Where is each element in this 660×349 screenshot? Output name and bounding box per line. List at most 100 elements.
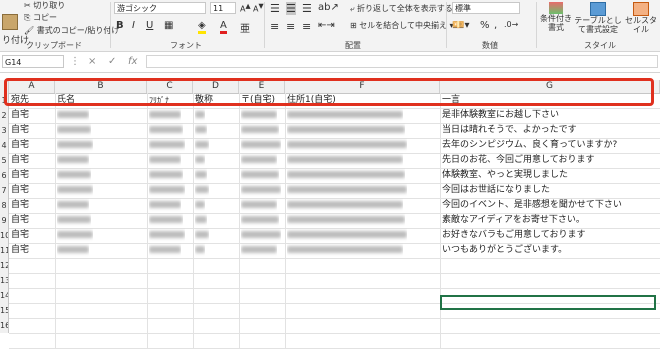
redacted-cell[interactable] (195, 108, 205, 123)
cell-destination[interactable]: 自宅 (11, 153, 29, 168)
cell-comment[interactable]: 素敵なアイディアをお寄せ下さい。 (442, 213, 585, 228)
row-header[interactable]: 12 (0, 258, 9, 273)
indent-button[interactable]: ⇤⇥ (318, 20, 335, 31)
row-header[interactable]: 6 (0, 168, 9, 183)
orientation-button[interactable]: ab↗ (318, 2, 339, 13)
cell-destination[interactable]: 自宅 (11, 198, 29, 213)
redacted-cell[interactable] (57, 243, 89, 258)
redacted-cell[interactable] (57, 198, 89, 213)
cell-destination[interactable]: 自宅 (11, 108, 29, 123)
cell-styles-button[interactable]: セルスタイル (624, 2, 658, 34)
redacted-cell[interactable] (241, 153, 277, 168)
redacted-cell[interactable] (287, 138, 407, 153)
cell-destination[interactable]: 自宅 (11, 228, 29, 243)
redacted-cell[interactable] (195, 153, 205, 168)
redacted-cell[interactable] (57, 228, 93, 243)
cell-destination[interactable]: 自宅 (11, 243, 29, 258)
cell-comment[interactable]: 是非体験教室にお越し下さい (442, 108, 559, 123)
redacted-cell[interactable] (241, 228, 281, 243)
bold-button[interactable]: B (116, 20, 124, 31)
redacted-cell[interactable] (195, 228, 209, 243)
align-center-button[interactable]: ≡ (286, 20, 295, 33)
align-bottom-button[interactable]: ☰ (302, 2, 312, 15)
redacted-cell[interactable] (57, 168, 91, 183)
redacted-cell[interactable] (57, 183, 93, 198)
redacted-cell[interactable] (149, 138, 185, 153)
font-name-select[interactable]: 游ゴシック (114, 2, 206, 14)
redacted-cell[interactable] (57, 108, 89, 123)
redacted-cell[interactable] (149, 243, 181, 258)
redacted-cell[interactable] (241, 198, 277, 213)
format-painter-button[interactable]: 🖌 書式のコピー/貼り付け (24, 25, 119, 36)
selected-cell[interactable] (440, 295, 656, 310)
redacted-cell[interactable] (195, 138, 209, 153)
row-header[interactable]: 2 (0, 108, 9, 123)
redacted-cell[interactable] (149, 108, 181, 123)
redacted-cell[interactable] (241, 138, 281, 153)
row-header[interactable]: 5 (0, 153, 9, 168)
redacted-cell[interactable] (241, 183, 281, 198)
cancel-icon[interactable]: × (88, 55, 96, 68)
redacted-cell[interactable] (149, 168, 183, 183)
row-header[interactable]: 13 (0, 273, 9, 288)
redacted-cell[interactable] (57, 138, 93, 153)
redacted-cell[interactable] (195, 123, 207, 138)
cell-destination[interactable]: 自宅 (11, 138, 29, 153)
redacted-cell[interactable] (287, 183, 407, 198)
number-format-select[interactable]: 標準 (452, 2, 520, 14)
redacted-cell[interactable] (287, 168, 405, 183)
redacted-cell[interactable] (149, 213, 183, 228)
redacted-cell[interactable] (149, 153, 181, 168)
font-color-button[interactable]: A (220, 20, 227, 34)
merge-center-button[interactable]: ⊞ セルを結合して中央揃え ▾ (350, 20, 454, 31)
cell-comment[interactable]: 去年のシンピジウム、良く育っていますか? (442, 138, 617, 153)
row-header[interactable]: 15 (0, 303, 9, 318)
redacted-cell[interactable] (57, 153, 89, 168)
redacted-cell[interactable] (287, 213, 405, 228)
redacted-cell[interactable] (57, 213, 91, 228)
align-top-button[interactable]: ☰ (270, 2, 280, 15)
font-size-select[interactable]: 11 (210, 2, 236, 14)
redacted-cell[interactable] (195, 183, 209, 198)
redacted-cell[interactable] (241, 123, 279, 138)
name-box-dropdown[interactable]: ⋮ (70, 55, 80, 68)
conditional-format-button[interactable]: 条件付き書式 (540, 2, 572, 32)
row-header[interactable]: 10 (0, 228, 9, 243)
cell-comment[interactable]: 体験教室、やっと実現しました (442, 168, 568, 183)
cell-comment[interactable]: 今回はお世話になりました (442, 183, 550, 198)
name-box[interactable]: G14 (2, 55, 64, 68)
redacted-cell[interactable] (149, 183, 185, 198)
redacted-cell[interactable] (287, 198, 403, 213)
redacted-cell[interactable] (287, 228, 407, 243)
cell-destination[interactable]: 自宅 (11, 213, 29, 228)
redacted-cell[interactable] (287, 243, 403, 258)
redacted-cell[interactable] (195, 213, 207, 228)
row-header[interactable]: 9 (0, 213, 9, 228)
redacted-cell[interactable] (287, 153, 403, 168)
format-as-table-button[interactable]: テーブルとして書式設定 (574, 2, 622, 34)
italic-button[interactable]: I (132, 20, 135, 31)
row-header[interactable]: 3 (0, 123, 9, 138)
percent-button[interactable]: % (480, 20, 490, 31)
shrink-font-button[interactable]: A▼ (253, 2, 264, 14)
redacted-cell[interactable] (241, 213, 279, 228)
redacted-cell[interactable] (241, 168, 279, 183)
redacted-cell[interactable] (195, 168, 207, 183)
cell-comment[interactable]: お好きなバラもご用意しております (442, 228, 585, 243)
wrap-text-button[interactable]: ⤶ 折り返して全体を表示する (350, 3, 453, 14)
grow-font-button[interactable]: A▲ (240, 2, 251, 14)
align-right-button[interactable]: ≡ (302, 20, 311, 33)
ruby-button[interactable]: 亜 (240, 20, 250, 35)
fill-color-button[interactable]: ◈ (198, 20, 206, 34)
enter-icon[interactable]: ✓ (108, 55, 116, 68)
redacted-cell[interactable] (195, 243, 205, 258)
row-header[interactable]: 14 (0, 288, 9, 303)
redacted-cell[interactable] (149, 198, 181, 213)
cell-comment[interactable]: いつもありがとうございます。 (442, 243, 567, 258)
redacted-cell[interactable] (241, 243, 277, 258)
cell-destination[interactable]: 自宅 (11, 123, 29, 138)
redacted-cell[interactable] (57, 123, 91, 138)
increase-decimal-button[interactable]: .0→ (504, 20, 518, 29)
formula-input[interactable] (146, 55, 658, 68)
cell-destination[interactable]: 自宅 (11, 168, 29, 183)
